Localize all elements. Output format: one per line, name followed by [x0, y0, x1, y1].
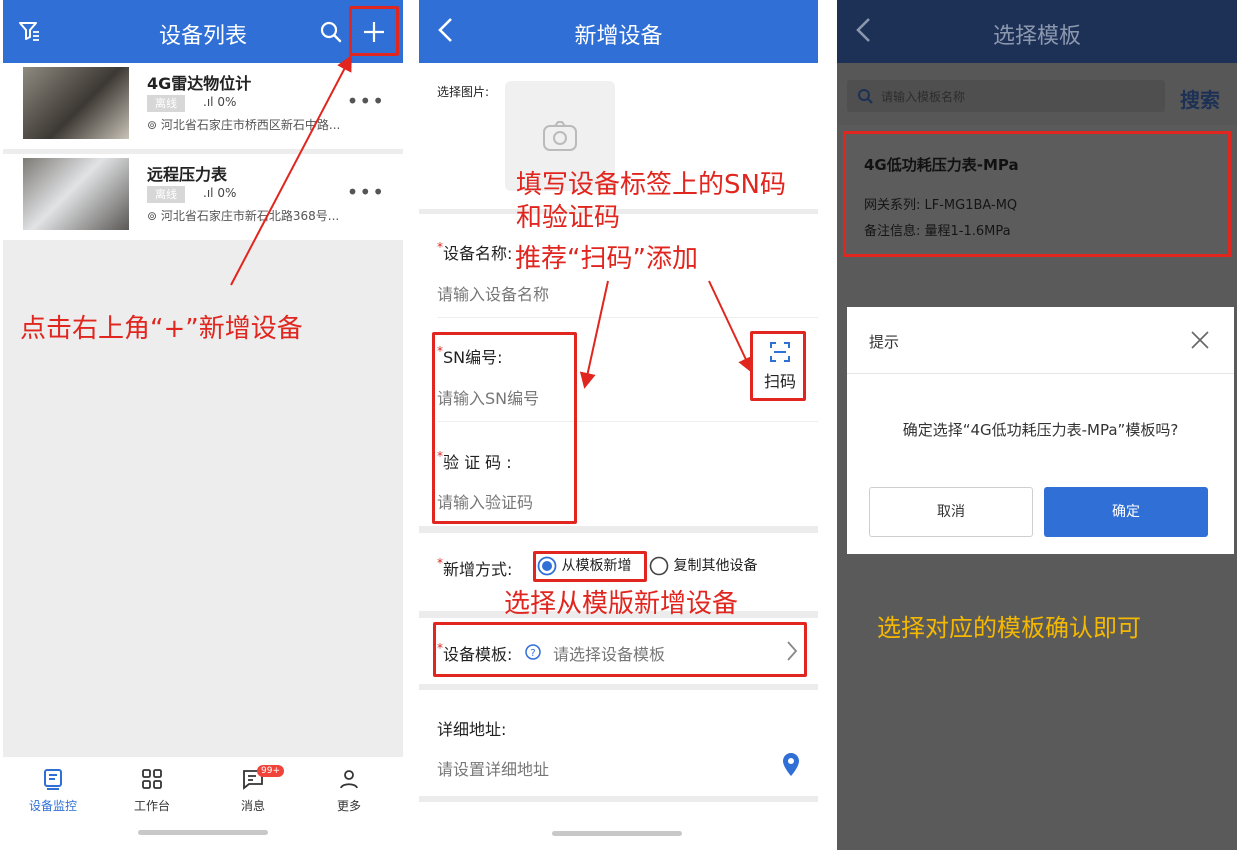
tab-workbench[interactable]: 工作台	[112, 767, 192, 814]
add-device-screen: 新增设备 选择图片: *设备名称: 请输入设备名称 *SN编号: 请输入SN编号…	[419, 0, 818, 850]
tab-device-monitor[interactable]: 设备监控	[13, 767, 93, 814]
bottom-area	[419, 802, 818, 850]
confirm-dialog: 提示 确定选择“4G低功耗压力表-MPa”模板吗? 取消 确定	[847, 307, 1234, 554]
address-input[interactable]: 请设置详细地址	[437, 756, 549, 780]
annotation-arrow	[230, 54, 352, 286]
radio-copy-device[interactable]: 复制其他设备	[649, 555, 757, 576]
template-option-highlight	[533, 551, 647, 582]
select-template-screen: 选择模板 请输入模板名称 搜索 4G低功耗压力表-MPa 网关系列: LF-MG…	[837, 0, 1237, 850]
search-icon	[858, 89, 873, 104]
remark-info: 备注信息: 量程1-1.6MPa	[864, 224, 1011, 239]
close-icon[interactable]	[1191, 331, 1209, 349]
tab-messages[interactable]: 消息 99+	[213, 765, 293, 814]
dialog-message: 确定选择“4G低功耗压力表-MPa”模板吗?	[902, 421, 1179, 439]
confirm-button[interactable]: 确定	[1044, 487, 1208, 537]
add-mode-label: *新增方式:	[437, 556, 513, 579]
device-list-screen: 设备列表 4G雷达物位计 离线 .ıl 0% ⊚ 河北省石家庄市桥西区新石中路.…	[3, 0, 403, 850]
unread-badge: 99+	[257, 765, 284, 777]
gateway-series: 网关系列: LF-MG1BA-MQ	[864, 198, 1018, 213]
dialog-divider	[847, 373, 1234, 374]
search-bar: 请输入模板名称 搜索	[837, 63, 1237, 125]
annotation-arrows	[579, 280, 753, 389]
search-button[interactable]: 搜索	[1180, 84, 1220, 113]
grid-icon	[142, 769, 162, 789]
monitor-icon	[44, 769, 62, 790]
template-list-item[interactable]: 4G低功耗压力表-MPa 网关系列: LF-MG1BA-MQ 备注信息: 量程1…	[843, 131, 1231, 257]
annotation-add-device: 点击右上角“+”新增设备	[20, 314, 303, 344]
page-title: 选择模板	[992, 24, 1081, 49]
home-indicator	[552, 831, 682, 836]
template-select-highlight	[433, 622, 807, 677]
person-icon	[340, 770, 358, 789]
radio-unchecked-icon	[649, 556, 669, 576]
search-input[interactable]: 请输入模板名称	[847, 80, 1165, 112]
home-indicator	[138, 830, 268, 835]
select-template-header: 选择模板	[837, 0, 1237, 63]
cancel-button[interactable]: 取消	[869, 487, 1033, 537]
location-pin-icon[interactable]	[781, 752, 801, 778]
annotation-confirm-template: 选择对应的模板确认即可	[877, 614, 1141, 642]
template-name: 4G低功耗压力表-MPa	[864, 156, 1019, 174]
dialog-title: 提示	[869, 333, 900, 351]
address-section: 详细地址: 请设置详细地址	[419, 690, 818, 796]
annotation-template: 选择从模版新增设备	[504, 589, 739, 619]
tab-more[interactable]: 更多	[309, 767, 389, 814]
address-label: 详细地址:	[437, 720, 507, 739]
bottom-tab-bar: 设备监控 工作台 消息 99+ 更多	[3, 757, 403, 850]
